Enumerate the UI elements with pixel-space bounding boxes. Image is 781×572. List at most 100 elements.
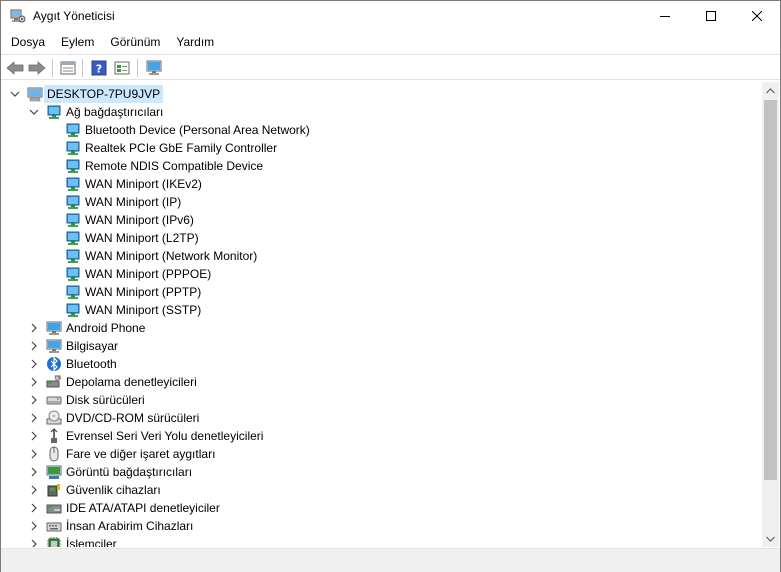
tree-category[interactable]: Görüntü bağdaştırıcıları xyxy=(2,463,761,481)
status-bar xyxy=(1,548,780,572)
network-adapter-icon xyxy=(65,266,81,282)
tree-item-network-adapter[interactable]: WAN Miniport (IP) xyxy=(2,193,761,211)
tree-category-label: Disk sürücüleri xyxy=(66,393,145,407)
tree-category[interactable]: Evrensel Seri Veri Yolu denetleyicileri xyxy=(2,427,761,445)
tree-category[interactable]: Android Phone xyxy=(2,319,761,337)
tree-item-network-adapter[interactable]: WAN Miniport (Network Monitor) xyxy=(2,247,761,265)
chevron-right-icon[interactable] xyxy=(27,393,41,407)
tree-category[interactable]: Depolama denetleyicileri xyxy=(2,373,761,391)
network-adapter-icon xyxy=(65,122,81,138)
scan-hardware-icon xyxy=(146,60,162,75)
device-tree[interactable]: DESKTOP-7PU9JVP Ağ bağdaştırıcıları Blue… xyxy=(2,82,761,547)
tree-item-label: WAN Miniport (SSTP) xyxy=(85,303,202,317)
tree-item-network-adapter[interactable]: WAN Miniport (IKEv2) xyxy=(2,175,761,193)
title-bar[interactable]: Aygıt Yöneticisi xyxy=(1,1,780,31)
tree-category[interactable]: İnsan Arabirim Cihazları xyxy=(2,517,761,535)
tree-category[interactable]: Bluetooth xyxy=(2,355,761,373)
toolbar-divider xyxy=(1,79,780,80)
chevron-up-icon xyxy=(766,87,775,93)
tree-item-label: Realtek PCIe GbE Family Controller xyxy=(85,141,278,155)
menu-gorunum[interactable]: Görünüm xyxy=(102,32,168,53)
tree-category-label: Ağ bağdaştırıcıları xyxy=(66,105,164,119)
ide-controller-icon xyxy=(46,500,62,516)
network-adapter-icon xyxy=(65,140,81,156)
chevron-right-icon[interactable] xyxy=(27,519,41,533)
tree-category-network-adapters[interactable]: Ağ bağdaştırıcıları xyxy=(2,103,761,121)
tree-item-network-adapter[interactable]: WAN Miniport (IPv6) xyxy=(2,211,761,229)
mouse-icon xyxy=(46,446,62,462)
tree-category[interactable]: Disk sürücüleri xyxy=(2,391,761,409)
chevron-right-icon[interactable] xyxy=(27,501,41,515)
maximize-icon xyxy=(706,11,716,21)
toolbar-separator xyxy=(82,59,83,77)
view-button[interactable] xyxy=(111,57,133,79)
tree-item-network-adapter[interactable]: Bluetooth Device (Personal Area Network) xyxy=(2,121,761,139)
tree-category-label: Android Phone xyxy=(66,321,146,335)
tree-category[interactable]: Bilgisayar xyxy=(2,337,761,355)
chevron-down-icon[interactable] xyxy=(27,105,41,119)
processor-icon xyxy=(46,536,62,547)
chevron-right-icon[interactable] xyxy=(27,483,41,497)
forward-arrow-icon xyxy=(28,61,46,75)
chevron-right-icon[interactable] xyxy=(27,537,41,547)
network-adapter-icon xyxy=(65,194,81,210)
chevron-down-icon xyxy=(766,536,775,542)
close-icon xyxy=(752,11,762,21)
menu-dosya[interactable]: Dosya xyxy=(1,32,53,53)
chevron-right-icon[interactable] xyxy=(27,447,41,461)
tree-item-network-adapter[interactable]: WAN Miniport (SSTP) xyxy=(2,301,761,319)
tree-item-network-adapter[interactable]: Realtek PCIe GbE Family Controller xyxy=(2,139,761,157)
menu-bar: Dosya Eylem Görünüm Yardım xyxy=(1,32,780,53)
dvd-drive-icon xyxy=(46,410,62,426)
close-button[interactable] xyxy=(734,1,780,31)
chevron-right-icon[interactable] xyxy=(27,465,41,479)
help-button[interactable]: ? xyxy=(88,57,110,79)
tree-category-label: IDE ATA/ATAPI denetleyiciler xyxy=(66,501,220,515)
chevron-right-icon[interactable] xyxy=(27,339,41,353)
tree-category[interactable]: İşlemciler xyxy=(2,535,761,547)
tree-category[interactable]: IDE ATA/ATAPI denetleyiciler xyxy=(2,499,761,517)
forward-button[interactable] xyxy=(26,57,48,79)
tree-category-label: Evrensel Seri Veri Yolu denetleyicileri xyxy=(66,429,264,443)
chevron-right-icon[interactable] xyxy=(27,429,41,443)
properties-button[interactable] xyxy=(57,57,79,79)
chevron-right-icon[interactable] xyxy=(27,357,41,371)
back-button[interactable] xyxy=(4,57,26,79)
network-adapter-icon xyxy=(65,284,81,300)
tree-item-label: Remote NDIS Compatible Device xyxy=(85,159,264,173)
maximize-button[interactable] xyxy=(688,1,734,31)
device-manager-icon xyxy=(10,8,26,24)
minimize-icon xyxy=(660,16,670,17)
menu-yardim[interactable]: Yardım xyxy=(168,32,222,53)
tree-category[interactable]: Fare ve diğer işaret aygıtları xyxy=(2,445,761,463)
tree-item-network-adapter[interactable]: WAN Miniport (PPTP) xyxy=(2,283,761,301)
tree-root[interactable]: DESKTOP-7PU9JVP xyxy=(2,85,761,103)
scan-hardware-button[interactable] xyxy=(143,57,165,79)
tree-category[interactable]: DVD/CD-ROM sürücüleri xyxy=(2,409,761,427)
minimize-button[interactable] xyxy=(642,1,688,31)
display-adapter-icon xyxy=(46,464,62,480)
view-icon xyxy=(114,61,130,75)
tree-item-network-adapter[interactable]: WAN Miniport (L2TP) xyxy=(2,229,761,247)
monitor-icon xyxy=(46,320,62,336)
scrollbar-thumb[interactable] xyxy=(764,100,777,480)
computer-icon xyxy=(27,86,43,102)
chevron-right-icon[interactable] xyxy=(27,375,41,389)
scroll-up-button[interactable] xyxy=(762,82,779,99)
storage-controller-icon xyxy=(46,374,62,390)
chevron-right-icon[interactable] xyxy=(27,411,41,425)
tree-item-network-adapter[interactable]: WAN Miniport (PPPOE) xyxy=(2,265,761,283)
tree-category-label: Görüntü bağdaştırıcıları xyxy=(66,465,193,479)
tree-category[interactable]: Güvenlik cihazları xyxy=(2,481,761,499)
chevron-down-icon[interactable] xyxy=(8,87,22,101)
tree-item-network-adapter[interactable]: Remote NDIS Compatible Device xyxy=(2,157,761,175)
tree-category-label: Bluetooth xyxy=(66,357,117,371)
scroll-down-button[interactable] xyxy=(762,530,779,547)
chevron-right-icon[interactable] xyxy=(27,321,41,335)
vertical-scrollbar[interactable] xyxy=(762,82,779,547)
tree-item-label: WAN Miniport (PPPOE) xyxy=(85,267,212,281)
menu-eylem[interactable]: Eylem xyxy=(53,32,102,53)
toolbar-separator xyxy=(137,59,138,77)
tree-category-label: Güvenlik cihazları xyxy=(66,483,161,497)
back-arrow-icon xyxy=(6,61,24,75)
